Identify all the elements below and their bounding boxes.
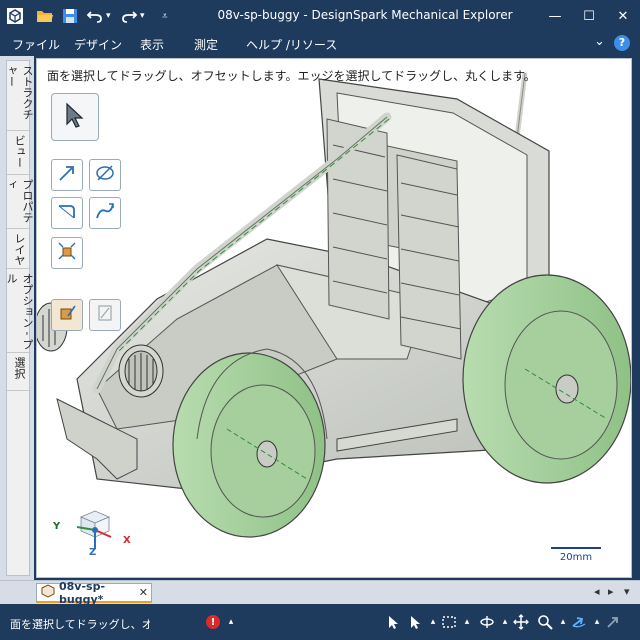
tab-properties[interactable]: プロパティ [5, 175, 34, 229]
redo-icon[interactable] [120, 6, 138, 26]
select-arrow-icon [61, 101, 89, 133]
axis-x-label: X [123, 535, 131, 546]
minimize-button[interactable]: — [538, 0, 572, 32]
tab-structure[interactable]: ストラクチャー [5, 61, 34, 131]
tab-options-pull[interactable]: オプション - プル [5, 269, 34, 353]
redo-dropdown-icon[interactable]: ▾ [140, 6, 145, 26]
window-title: 08v-sp-buggy - DesignSpark Mechanical Ex… [217, 8, 513, 22]
error-dropdown-icon[interactable]: ▴ [222, 613, 240, 631]
move-tool-button[interactable] [89, 159, 121, 191]
axis-triad: Y X Z [51, 503, 131, 559]
document-icon [41, 584, 55, 601]
axis-z-label: Z [89, 547, 97, 558]
buggy-3d-model[interactable] [37, 59, 632, 578]
maximize-button[interactable]: ☐ [572, 0, 606, 32]
select-pointer-icon[interactable] [406, 613, 424, 631]
tab-view[interactable]: ビュー [7, 131, 31, 175]
previous-view-icon[interactable] [570, 613, 588, 631]
option-pull-button[interactable] [51, 299, 83, 331]
spin-select-icon[interactable] [384, 613, 402, 631]
pull-tool-button[interactable] [51, 159, 83, 191]
menu-view[interactable]: 表示 [140, 36, 164, 53]
scale-indicator: 20mm [551, 547, 601, 563]
ribbon-collapse-icon[interactable]: ⌄ [594, 34, 605, 49]
select-tool-button[interactable] [51, 93, 99, 141]
box-select-dropdown-icon[interactable]: ▴ [458, 613, 476, 631]
undo-dropdown-icon[interactable]: ▾ [106, 6, 111, 26]
side-panel-tabs: ストラクチャー ビュー プロパティ レイヤ オプション - プル 選択 [0, 56, 34, 580]
app-logo-icon[interactable] [6, 6, 24, 26]
menu-design[interactable]: デザイン [74, 36, 122, 53]
pull-option-icon [56, 302, 78, 328]
pan-icon[interactable] [512, 613, 530, 631]
side-tab-strip: ストラクチャー ビュー プロパティ レイヤ オプション - プル 選択 [5, 60, 34, 576]
pull-outline-icon [94, 302, 116, 328]
scale-tool-button[interactable] [51, 237, 83, 269]
scale-box-icon [56, 240, 78, 266]
sweep-curve-icon [94, 200, 116, 226]
design-viewport[interactable]: 面を選択してドラッグし、オフセットします。エッジを選択してドラッグし、丸くします… [36, 58, 632, 578]
hint-text: 面を選択してドラッグし、オフセットします。エッジを選択してドラッグし、丸くします… [47, 69, 536, 83]
document-tab[interactable]: 08v-sp-buggy* ✕ [36, 579, 152, 606]
option-pull-secondary-button[interactable] [89, 299, 121, 331]
zoom-icon[interactable] [536, 613, 554, 631]
close-button[interactable]: ✕ [606, 0, 640, 32]
status-bar: 面を選択してドラッグし、オ ! ▴ ▴ ▴ ▴ ▴ ▴ [0, 604, 640, 640]
tab-next-icon[interactable]: ▸ [608, 585, 614, 598]
document-tab-label: 08v-sp-buggy* [59, 579, 106, 606]
save-icon[interactable] [62, 6, 78, 26]
application-window: ▾ ▾ ⩡ 08v-sp-buggy - DesignSpark Mechani… [0, 0, 640, 640]
scale-bar [551, 547, 601, 549]
menu-measure[interactable]: 測定 [194, 36, 218, 53]
sweep-tool-button[interactable] [89, 197, 121, 229]
pull-arrow-icon [56, 162, 78, 188]
fillet-tool-button[interactable] [51, 197, 83, 229]
fillet-corner-icon [56, 200, 78, 226]
orbit-icon[interactable] [478, 613, 496, 631]
status-message: 面を選択してドラッグし、オ [10, 618, 150, 631]
next-view-icon[interactable] [604, 613, 622, 631]
undo-icon[interactable] [86, 6, 104, 26]
help-icon[interactable]: ? [614, 35, 630, 51]
error-indicator-icon[interactable]: ! [206, 615, 220, 629]
tab-list-icon[interactable]: ▾ [624, 585, 630, 598]
tab-layers[interactable]: レイヤ [7, 229, 31, 269]
menu-file[interactable]: ファイル [12, 36, 60, 53]
title-bar: ▾ ▾ ⩡ 08v-sp-buggy - DesignSpark Mechani… [0, 0, 640, 32]
document-tab-close-icon[interactable]: ✕ [139, 586, 148, 599]
menu-help-resources[interactable]: ヘルプ /リソース [246, 36, 337, 53]
open-folder-icon[interactable] [36, 6, 54, 26]
move-orbit-icon [94, 162, 116, 188]
axis-y-label: Y [53, 521, 61, 532]
tab-prev-icon[interactable]: ◂ [594, 585, 600, 598]
menu-bar: ファイル デザイン 表示 測定 ヘルプ /リソース ⌄ ? [0, 32, 640, 56]
tab-selection[interactable]: 選択 [7, 353, 31, 391]
customize-toolbar-icon[interactable]: ⩡ [162, 6, 168, 26]
box-select-icon[interactable] [440, 613, 458, 631]
scale-label: 20mm [559, 552, 593, 563]
document-tab-bar: 08v-sp-buggy* ✕ ◂ ▸ ▾ [0, 579, 640, 606]
